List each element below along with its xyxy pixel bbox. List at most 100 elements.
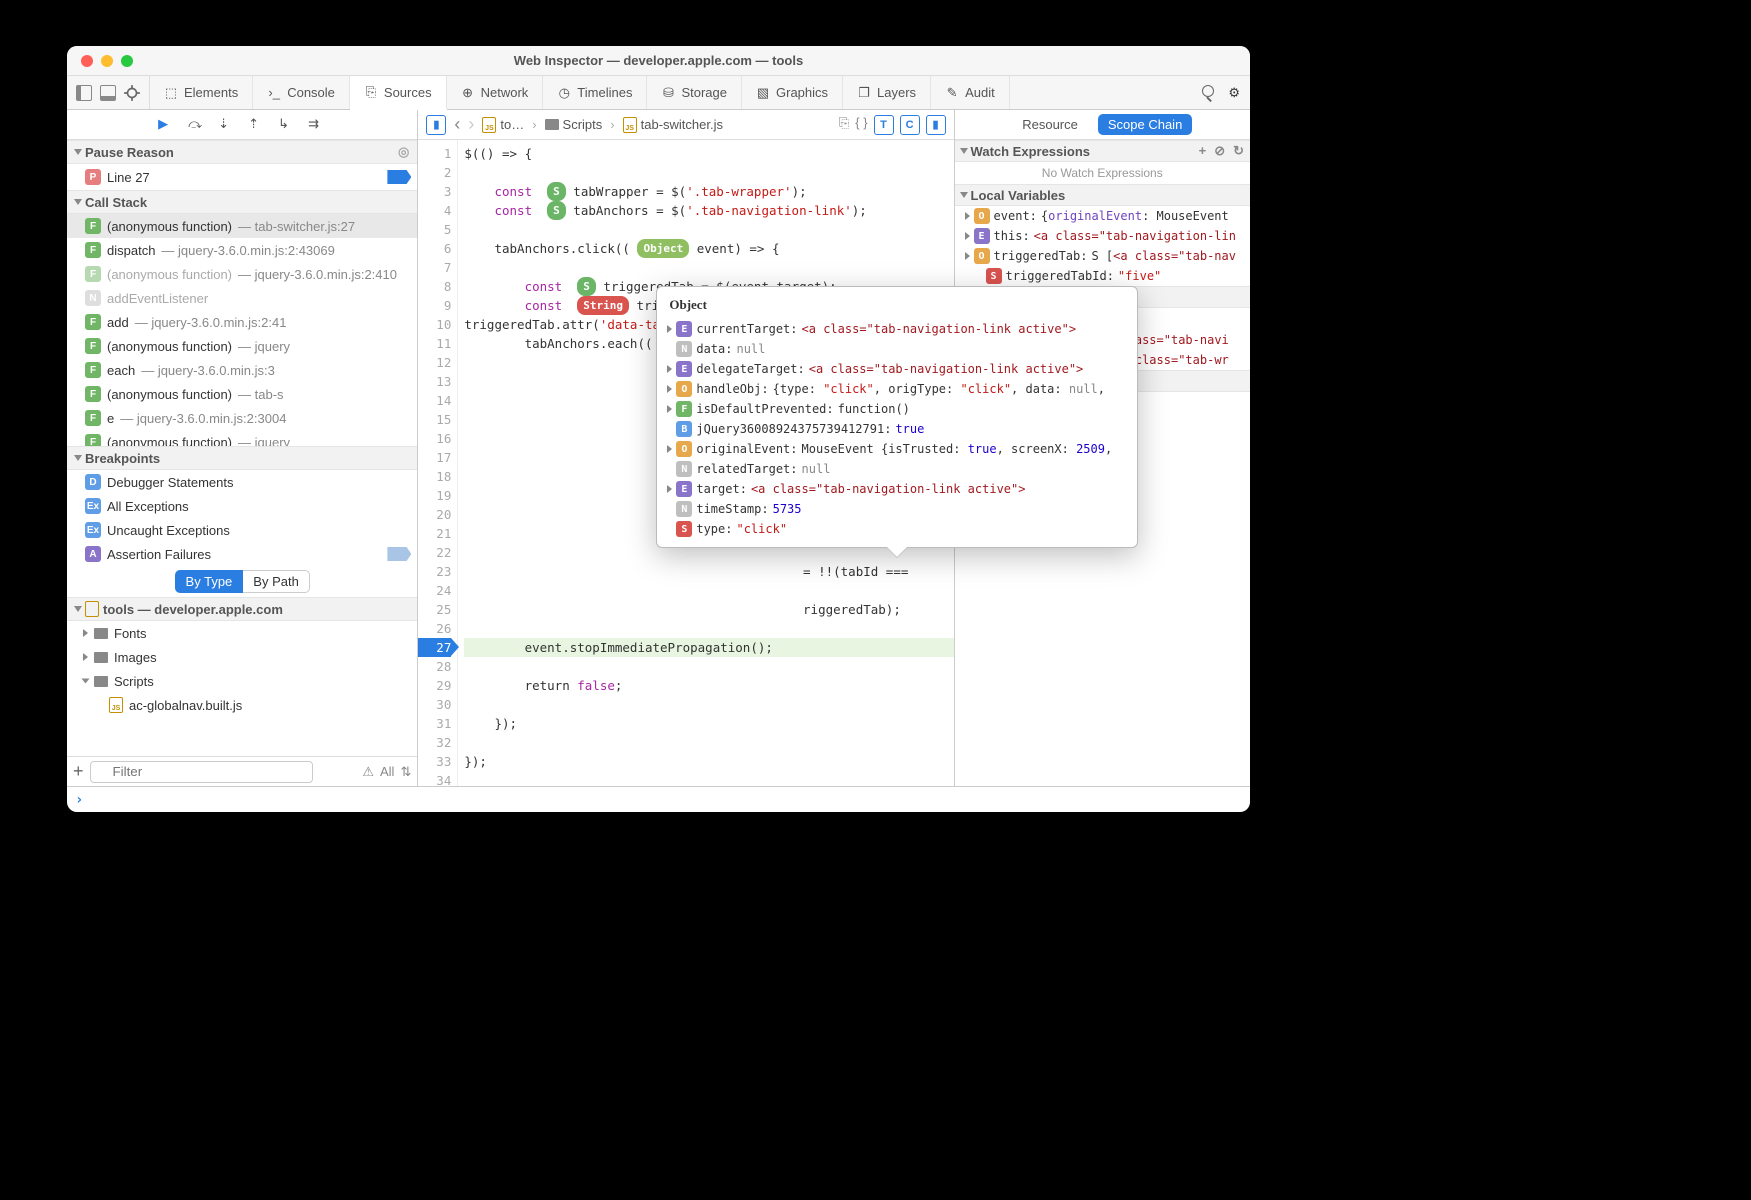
popover-property[interactable]: Stype: "click" [657,519,1137,539]
tab-graphics[interactable]: ▧Graphics [742,76,843,109]
gutter-line[interactable]: 22 [418,543,451,562]
gutter-line[interactable]: 32 [418,733,451,752]
gutter-line[interactable]: 30 [418,695,451,714]
call-stack-frame[interactable]: F(anonymous function) — tab-s [67,382,417,406]
gutter-line[interactable]: 19 [418,486,451,505]
gutter-line[interactable]: 14 [418,391,451,410]
refresh-watch-icon[interactable]: ↻ [1233,143,1244,159]
pretty-print-icon[interactable]: { } [855,115,867,135]
code-line[interactable] [464,163,953,182]
breakpoint-item[interactable]: AAssertion Failures [67,542,417,566]
breakpoints-header[interactable]: Breakpoints [67,446,417,470]
watch-header[interactable]: Watch Expressions + ⊘ ↻ [955,140,1250,162]
dock-side-icon[interactable] [75,84,93,102]
code-line[interactable] [464,771,953,786]
close-icon[interactable] [81,55,93,67]
tab-audit[interactable]: ✎Audit [931,76,1010,109]
scope-chain-tab[interactable]: Scope Chain [1098,114,1192,135]
tab-sources[interactable]: ⎘Sources [350,76,447,110]
code-line[interactable]: riggeredTab); [464,600,953,619]
gutter-line[interactable]: 1 [418,144,451,163]
popover-property[interactable]: Etarget: <a class="tab-navigation-link a… [657,479,1137,499]
popover-property[interactable]: OoriginalEvent: MouseEvent {isTrusted: t… [657,439,1137,459]
code-line[interactable] [464,695,953,714]
gutter-line[interactable]: 4 [418,201,451,220]
call-stack-frame[interactable]: Fdispatch — jquery-3.6.0.min.js:2:43069 [67,238,417,262]
gutter-line[interactable]: 3 [418,182,451,201]
code-line[interactable]: tabAnchors.click(( Object event) => { [464,239,953,258]
popover-property[interactable]: OhandleObj: {type: "click", origType: "c… [657,379,1137,399]
code-line[interactable]: return false; [464,676,953,695]
nav-back-icon[interactable]: ‹ [454,114,460,135]
gutter-line[interactable]: 27 [418,638,451,657]
dock-bottom-icon[interactable] [99,84,117,102]
filter-all-button[interactable]: All [380,764,394,779]
tree-folder[interactable]: Fonts [67,621,417,645]
code-line[interactable]: }); [464,714,953,733]
resources-header[interactable]: tools — developer.apple.com [67,597,417,621]
crumb-folder[interactable]: Scripts [545,117,603,132]
code-line[interactable] [464,619,953,638]
gutter-line[interactable]: 16 [418,429,451,448]
left-pane-toggle-icon[interactable]: ▮ [426,115,446,135]
call-stack-frame[interactable]: Feach — jquery-3.6.0.min.js:3 [67,358,417,382]
call-stack-frame[interactable]: NaddEventListener [67,286,417,310]
breakpoint-item[interactable]: DDebugger Statements [67,470,417,494]
step-into-icon[interactable]: ⇣ [218,116,236,134]
gutter-line[interactable]: 6 [418,239,451,258]
local-vars-header[interactable]: Local Variables [955,184,1250,206]
code-line[interactable]: }); [464,752,953,771]
popover-property[interactable]: Ndata: null [657,339,1137,359]
gutter-line[interactable]: 25 [418,600,451,619]
gutter-line[interactable]: 28 [418,657,451,676]
step-icon[interactable]: ↳ [278,116,296,134]
warning-icon[interactable]: ⚠ [362,764,374,780]
type-badge-t-icon[interactable]: T [874,115,894,135]
call-stack-frame[interactable]: Fe — jquery-3.6.0.min.js:2:3004 [67,406,417,430]
popover-property[interactable]: BjQuery36008924375739412791: true [657,419,1137,439]
gutter-line[interactable]: 15 [418,410,451,429]
step-over-icon[interactable]: ⤼ [188,116,206,134]
tab-storage[interactable]: ⛁Storage [647,76,742,109]
call-stack-frame[interactable]: F(anonymous function) — tab-switcher.js:… [67,214,417,238]
gutter-line[interactable]: 20 [418,505,451,524]
pause-reason-header[interactable]: Pause Reason ◎ [67,140,417,164]
deactivate-icon[interactable]: ⇉ [308,116,326,134]
call-stack-frame[interactable]: F(anonymous function) — jquery-3.6.0.min… [67,262,417,286]
call-stack-frame[interactable]: Fadd — jquery-3.6.0.min.js:2:41 [67,310,417,334]
gutter-line[interactable]: 31 [418,714,451,733]
crumb-file[interactable]: JStab-switcher.js [623,117,723,133]
code-line[interactable] [464,220,953,239]
code-line[interactable]: const S tabAnchors = $('.tab-navigation-… [464,201,953,220]
gutter-line[interactable]: 34 [418,771,451,786]
tree-file[interactable]: JSac-globalnav.built.js [67,693,417,717]
line-gutter[interactable]: 1234567891011121314151617181920212223242… [418,140,458,786]
gutter-line[interactable]: 13 [418,372,451,391]
copy-icon[interactable]: ⎘ [839,115,849,135]
gutter-line[interactable]: 33 [418,752,451,771]
element-picker-icon[interactable] [123,84,141,102]
scope-variable[interactable]: Ethis: <a class="tab-navigation-lin [955,226,1250,246]
tree-folder[interactable]: Scripts [67,669,417,693]
gear-icon[interactable]: ⚙ [1228,85,1240,101]
call-stack-frame[interactable]: F(anonymous function) — jquery [67,334,417,358]
search-icon[interactable] [1202,85,1218,101]
gutter-line[interactable]: 7 [418,258,451,277]
gutter-line[interactable]: 10 [418,315,451,334]
right-pane-toggle-icon[interactable]: ▮ [926,115,946,135]
tab-elements[interactable]: ⬚Elements [150,76,253,109]
crumb-root[interactable]: JSto… [482,117,524,133]
by-path-button[interactable]: By Path [243,570,310,593]
call-stack-frame[interactable]: F(anonymous function) — jquery [67,430,417,446]
code-line[interactable] [464,581,953,600]
gutter-line[interactable]: 23 [418,562,451,581]
gutter-line[interactable]: 11 [418,334,451,353]
gutter-line[interactable]: 9 [418,296,451,315]
chevron-updown-icon[interactable]: ⇅ [400,764,411,780]
code-line[interactable]: = !!(tabId === [464,562,953,581]
add-watch-icon[interactable]: + [1199,143,1207,159]
console-prompt-bar[interactable]: › [67,786,1250,812]
code-line[interactable] [464,657,953,676]
breakpoint-item[interactable]: ExAll Exceptions [67,494,417,518]
popover-property[interactable]: EcurrentTarget: <a class="tab-navigation… [657,319,1137,339]
